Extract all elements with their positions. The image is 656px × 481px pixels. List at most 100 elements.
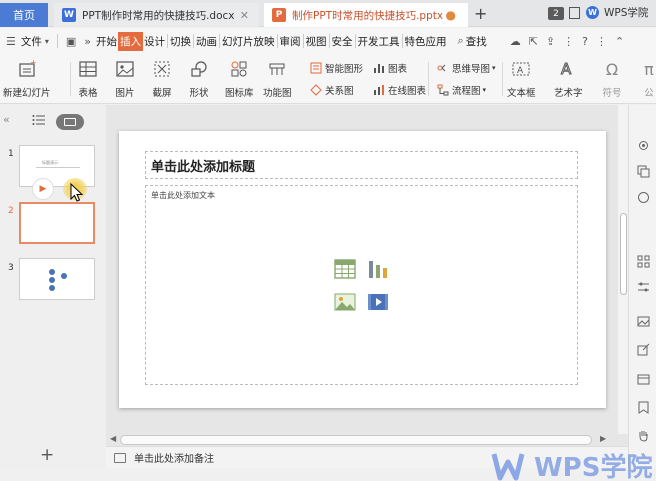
sliders-icon[interactable] — [637, 281, 650, 294]
divider — [328, 34, 330, 48]
scroll-right-icon[interactable]: ▶ — [600, 434, 606, 443]
divider — [167, 34, 169, 48]
new-slide-button[interactable]: + 新建幻灯片 — [3, 58, 51, 99]
search-icon[interactable]: ⌕ — [458, 34, 464, 48]
symbol-icon: Ω — [605, 59, 619, 79]
hamburger-icon[interactable]: ☰ — [6, 35, 16, 48]
insert-table-icon[interactable] — [334, 258, 356, 280]
play-icon[interactable]: ▶ — [32, 178, 54, 200]
menu-start[interactable]: 开始 — [95, 34, 118, 49]
add-tab-icon[interactable]: + — [474, 4, 487, 23]
symbol-button[interactable]: Ω 符号 — [601, 58, 623, 100]
function-chart-icon — [266, 58, 288, 80]
slide-number: 2 — [8, 206, 14, 216]
vertical-scrollbar[interactable] — [618, 105, 628, 445]
tab-home[interactable]: 首页 — [0, 3, 48, 27]
help-icon[interactable]: ? — [582, 35, 588, 48]
function-chart-button[interactable]: 功能图 — [263, 58, 292, 99]
menu-search[interactable]: 查找 — [465, 34, 488, 49]
formula-button[interactable]: π 公 — [638, 58, 656, 100]
mind-map-button[interactable]: 思维导图 ▾ — [436, 61, 496, 75]
menu-special[interactable]: 特色应用 — [404, 34, 448, 49]
hand-icon[interactable] — [637, 429, 650, 442]
picture-icon[interactable] — [637, 315, 650, 328]
save-icon[interactable]: ▣ — [66, 35, 76, 48]
title-placeholder[interactable]: 单击此处添加标题 — [145, 151, 578, 179]
close-icon[interactable]: ✕ — [240, 9, 249, 22]
window-icon[interactable] — [569, 7, 580, 19]
wps-academy-tab[interactable]: W WPS学院 — [586, 5, 648, 20]
add-slide-icon[interactable]: + — [40, 445, 54, 465]
settings-icon[interactable] — [637, 139, 650, 152]
art-text-label: 艺术字 — [554, 88, 583, 99]
export-icon[interactable]: ⇪ — [546, 35, 555, 48]
horizontal-scroll-thumb[interactable] — [120, 435, 592, 445]
insert-video-icon[interactable] — [367, 291, 389, 313]
menu-developer[interactable]: 开发工具 — [357, 34, 401, 49]
textbox-button[interactable]: A 文本框 — [507, 58, 536, 99]
tab-docx[interactable]: W PPT制作时常用的快捷技巧.docx ✕ — [54, 3, 259, 27]
online-chart-button[interactable]: 在线图表 — [372, 83, 426, 97]
table-button[interactable]: 表格 — [77, 58, 99, 99]
tab-pptx[interactable]: P 制作PPT时常用的快捷技巧.pptx ● — [264, 3, 468, 27]
menu-file[interactable]: 文件 — [20, 34, 43, 49]
divider — [56, 34, 58, 48]
tab-count-badge[interactable]: 2 — [548, 7, 564, 20]
menu-design[interactable]: 设计 — [143, 34, 166, 49]
cloud-icon[interactable]: ☁ — [510, 35, 521, 48]
slide-thumbnail-3[interactable] — [19, 258, 95, 300]
shape-icon[interactable] — [637, 191, 650, 204]
new-slide-label: 新建幻灯片 — [3, 88, 51, 99]
online-chart-icon — [372, 84, 385, 97]
menu-insert[interactable]: 插入 — [118, 31, 144, 51]
ppt-doc-icon: P — [272, 8, 286, 22]
smart-art-button[interactable]: 智能图形 — [309, 61, 363, 75]
menu-security[interactable]: 安全 — [331, 34, 354, 49]
textbox-icon: A — [510, 58, 532, 80]
chart-icon — [372, 62, 385, 75]
more-chevron-icon[interactable]: » — [84, 35, 91, 48]
collapse-ribbon-icon[interactable]: ⌃ — [615, 35, 624, 48]
smart-art-label: 智能图形 — [325, 64, 364, 75]
icon-library-button[interactable]: 图标库 — [225, 58, 254, 99]
wps-watermark-logo-icon — [491, 452, 525, 480]
collapse-panel-icon[interactable]: « — [3, 113, 10, 126]
outline-view-icon[interactable] — [32, 114, 46, 126]
share-icon[interactable]: ⇱ — [529, 35, 538, 48]
relation-chart-button[interactable]: 关系图 — [309, 83, 354, 97]
divider — [302, 34, 304, 48]
insert-picture-icon[interactable] — [334, 291, 356, 313]
slide-canvas[interactable]: 单击此处添加标题 单击此处添加文本 — [119, 131, 606, 408]
divider — [428, 62, 429, 96]
scroll-left-icon[interactable]: ◀ — [110, 434, 116, 443]
menu-view[interactable]: 视图 — [305, 34, 328, 49]
content-placeholder[interactable]: 单击此处添加文本 — [145, 185, 578, 385]
thumbnail-view-toggle[interactable] — [56, 114, 84, 130]
vertical-scroll-thumb[interactable] — [620, 213, 627, 295]
unsaved-dot-icon[interactable]: ● — [446, 8, 456, 22]
chevron-down-icon[interactable]: ▾ — [45, 37, 49, 46]
copy-icon[interactable] — [637, 165, 650, 178]
slide-thumbnail-panel: « 1 标题演示 2 3 + — [0, 105, 106, 468]
picture-button[interactable]: 图片 — [114, 58, 136, 99]
grid-icon[interactable] — [637, 255, 650, 268]
bookmark-icon[interactable] — [637, 401, 650, 414]
menu-transition[interactable]: 切换 — [169, 34, 192, 49]
menu-slideshow[interactable]: 幻灯片放映 — [221, 34, 276, 49]
shape-button[interactable]: 形状 — [188, 58, 210, 99]
wps-academy-label: WPS学院 — [604, 7, 649, 19]
horizontal-scrollbar[interactable]: ◀ ▶ — [106, 434, 628, 446]
menu-animation[interactable]: 动画 — [195, 34, 218, 49]
window-icon[interactable] — [637, 373, 650, 386]
more-vertical-icon[interactable]: ⋮ — [596, 35, 607, 48]
art-text-button[interactable]: A 艺术字 — [554, 58, 583, 100]
slide-thumbnail-2[interactable] — [19, 202, 95, 244]
chart-button[interactable]: 图表 — [372, 61, 407, 75]
flow-chart-button[interactable]: 流程图 ▾ — [436, 83, 486, 97]
share-icon[interactable] — [637, 343, 650, 356]
menu-review[interactable]: 审阅 — [279, 34, 302, 49]
shape-icon — [188, 58, 210, 80]
screenshot-button[interactable]: 截屏 — [151, 58, 173, 99]
more-icon[interactable]: ⋮ — [563, 35, 574, 48]
insert-chart-icon[interactable] — [367, 258, 389, 280]
